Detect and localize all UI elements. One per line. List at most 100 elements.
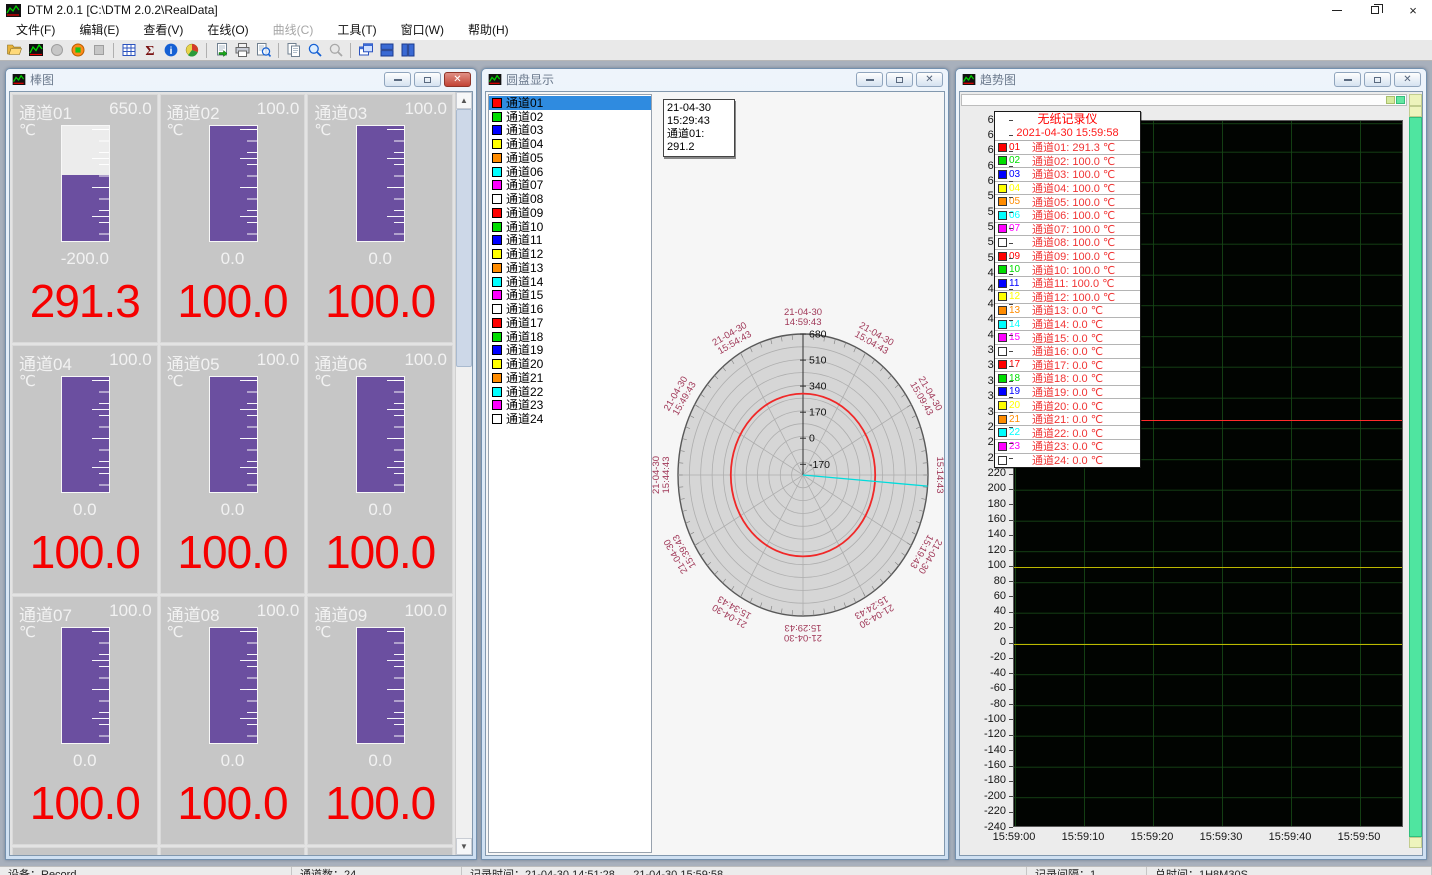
- bar-gauge-cell: 通道09100.0℃0.0100.0: [307, 596, 453, 845]
- channel-list-item[interactable]: 通道23: [489, 399, 651, 413]
- channel-label: 通道10: [506, 221, 543, 233]
- bar-vertical-scrollbar[interactable]: ▲ ▼: [455, 92, 472, 855]
- channel-list-item[interactable]: 通道22: [489, 385, 651, 399]
- trend-maximize-button[interactable]: [1364, 72, 1391, 87]
- channel-list-item[interactable]: 通道01: [489, 96, 651, 110]
- scroll-up-arrow-icon[interactable]: ▲: [456, 92, 472, 109]
- hscroll-thumb-box[interactable]: [1386, 96, 1395, 104]
- scroll-down-arrow-icon[interactable]: ▼: [456, 838, 472, 855]
- copy-icon[interactable]: [283, 41, 304, 60]
- channel-list-item[interactable]: 通道16: [489, 302, 651, 316]
- window-minimize-button[interactable]: [1318, 0, 1356, 20]
- legend-channel-number: 24: [1009, 455, 1026, 466]
- bar-gauge: [61, 125, 110, 242]
- channel-list-item[interactable]: 通道18: [489, 330, 651, 344]
- menu-bar: 文件(F)编辑(E)查看(V)在线(O)曲线(C)工具(T)窗口(W)帮助(H): [0, 20, 1432, 40]
- vscroll-track[interactable]: [1409, 117, 1422, 837]
- window-close-button[interactable]: ×: [1394, 0, 1432, 20]
- window-restore-button[interactable]: [1356, 0, 1394, 20]
- channel-list-item[interactable]: 通道12: [489, 247, 651, 261]
- bar-maximize-button[interactable]: [414, 72, 441, 87]
- print-icon[interactable]: [232, 41, 253, 60]
- legend-channel-value: 通道12: 100.0 ℃: [1032, 291, 1115, 305]
- menu-item[interactable]: 曲线(C): [261, 20, 326, 40]
- y-axis-tick-label: -100: [962, 714, 1006, 725]
- realtime-data-icon[interactable]: [25, 41, 46, 60]
- y-axis-tick-label: -120: [962, 729, 1006, 740]
- channel-list-item[interactable]: 通道08: [489, 192, 651, 206]
- statistics-sigma-icon[interactable]: Σ: [139, 41, 160, 60]
- disk-maximize-button[interactable]: [886, 72, 913, 87]
- svg-text:21-04-3015:44:43: 21-04-3015:44:43: [651, 456, 672, 494]
- scroll-thumb[interactable]: [456, 109, 472, 367]
- y-axis-tick: [1009, 412, 1013, 413]
- trend-vertical-scrollbar[interactable]: [1409, 106, 1422, 848]
- info-icon[interactable]: i: [160, 41, 181, 60]
- channel-list-item[interactable]: 通道17: [489, 316, 651, 330]
- y-axis-tick: [1009, 643, 1013, 644]
- print-preview-icon[interactable]: [253, 41, 274, 60]
- menu-item[interactable]: 工具(T): [325, 20, 388, 40]
- vscroll-top-box[interactable]: [1409, 106, 1422, 117]
- disk-window-titlebar[interactable]: 圆盘显示 ✕: [482, 69, 948, 90]
- channel-list-item[interactable]: 通道03: [489, 124, 651, 138]
- channel-list-item[interactable]: 通道04: [489, 137, 651, 151]
- bar-min-value: 0.0: [161, 500, 305, 520]
- channel-list-item[interactable]: 通道24: [489, 412, 651, 426]
- data-table-icon[interactable]: [118, 41, 139, 60]
- legend-channel-value: 通道24: 0.0 ℃: [1032, 454, 1103, 468]
- hscroll-thumb-box[interactable]: [1396, 96, 1405, 104]
- legend-color-swatch: [998, 415, 1007, 424]
- menu-item[interactable]: 窗口(W): [389, 20, 456, 40]
- channel-list-item[interactable]: 通道15: [489, 289, 651, 303]
- channel-list-item[interactable]: 通道10: [489, 220, 651, 234]
- trend-minimize-button[interactable]: [1334, 72, 1361, 87]
- channel-list-item[interactable]: 通道13: [489, 261, 651, 275]
- record-disabled-icon[interactable]: [46, 41, 67, 60]
- menu-item[interactable]: 在线(O): [195, 20, 260, 40]
- zoom-disabled-icon[interactable]: [325, 41, 346, 60]
- legend-channel-number: 02: [1009, 155, 1026, 166]
- channel-list-item[interactable]: 通道21: [489, 371, 651, 385]
- stop-disabled-icon[interactable]: [88, 41, 109, 60]
- open-file-icon[interactable]: [4, 41, 25, 60]
- export-file-icon[interactable]: [211, 41, 232, 60]
- channel-color-swatch: [492, 153, 502, 163]
- channel-list-item[interactable]: 通道20: [489, 357, 651, 371]
- channel-list-item[interactable]: 通道05: [489, 151, 651, 165]
- channel-list-item[interactable]: 通道02: [489, 110, 651, 124]
- tile-vertical-icon[interactable]: [397, 41, 418, 60]
- channel-list[interactable]: 通道01通道02通道03通道04通道05通道06通道07通道08通道09通道10…: [488, 94, 652, 853]
- disk-close-button[interactable]: ✕: [916, 72, 943, 87]
- channel-list-item[interactable]: 通道14: [489, 275, 651, 289]
- channel-list-item[interactable]: 通道19: [489, 344, 651, 358]
- legend-channel-number: 04: [1009, 183, 1026, 194]
- trend-horizontal-scrollbar[interactable]: [961, 94, 1407, 106]
- vscroll-bottom-box[interactable]: [1409, 837, 1422, 848]
- bar-close-button[interactable]: ✕: [444, 72, 471, 87]
- menu-item[interactable]: 查看(V): [131, 20, 195, 40]
- menu-item[interactable]: 文件(F): [4, 20, 67, 40]
- scroll-track[interactable]: [456, 109, 472, 838]
- bar-max-value: 100.0: [257, 350, 300, 375]
- trend-window-titlebar[interactable]: 趋势图 ✕: [956, 69, 1426, 90]
- bar-window-titlebar[interactable]: 棒图 ✕: [6, 69, 476, 90]
- bar-unit-label: ℃: [167, 372, 184, 390]
- status-field: 记录间隔：1: [1027, 867, 1147, 875]
- menu-item[interactable]: 帮助(H): [456, 20, 521, 40]
- tile-horizontal-icon[interactable]: [376, 41, 397, 60]
- disk-minimize-button[interactable]: [856, 72, 883, 87]
- bar-minimize-button[interactable]: [384, 72, 411, 87]
- cascade-windows-icon[interactable]: [355, 41, 376, 60]
- menu-item[interactable]: 编辑(E): [67, 20, 131, 40]
- record-active-icon[interactable]: [67, 41, 88, 60]
- channel-list-item[interactable]: 通道11: [489, 234, 651, 248]
- channel-list-item[interactable]: 通道09: [489, 206, 651, 220]
- pie-chart-icon[interactable]: [181, 41, 202, 60]
- channel-list-item[interactable]: 通道06: [489, 165, 651, 179]
- y-axis-tick: [1009, 397, 1013, 398]
- zoom-icon[interactable]: [304, 41, 325, 60]
- channel-list-item[interactable]: 通道07: [489, 179, 651, 193]
- legend-channel-number: 20: [1009, 400, 1026, 411]
- trend-close-button[interactable]: ✕: [1394, 72, 1421, 87]
